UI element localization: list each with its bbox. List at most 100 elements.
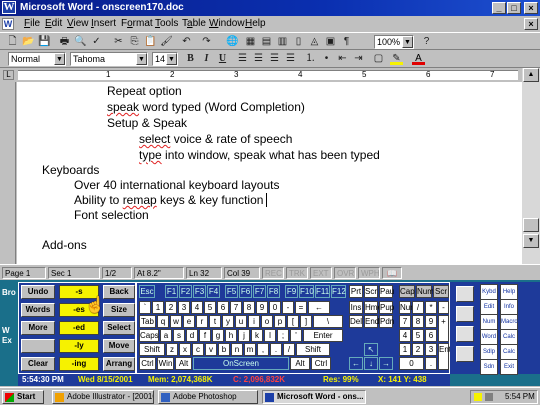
key-sym[interactable]: -: [438, 301, 449, 314]
key-esc[interactable]: Esc: [139, 285, 155, 298]
key-p[interactable]: p: [274, 315, 286, 328]
key-sym[interactable]: ;: [277, 329, 289, 342]
menu-tools[interactable]: Tools: [155, 18, 178, 29]
key-k[interactable]: k: [251, 329, 263, 342]
numbering-icon[interactable]: ⒈: [304, 52, 317, 65]
key-enter[interactable]: Enter: [303, 329, 343, 342]
key-v[interactable]: v: [205, 343, 217, 356]
key-q[interactable]: q: [157, 315, 169, 328]
menu-view[interactable]: View: [67, 18, 89, 29]
status-ovr[interactable]: OVR: [334, 267, 356, 279]
key-sym[interactable]: \: [313, 315, 343, 328]
key-f2[interactable]: F2: [179, 285, 192, 298]
document-icon[interactable]: W: [2, 18, 14, 30]
increase-indent-icon[interactable]: ⇥: [352, 52, 365, 65]
key-u[interactable]: u: [235, 315, 247, 328]
key-sym[interactable]: +: [438, 315, 449, 342]
scroll-up-icon[interactable]: ▲: [523, 68, 539, 82]
key-sym[interactable]: -: [282, 301, 294, 314]
insert-table-icon[interactable]: ▤: [260, 35, 273, 48]
panel-button-exit[interactable]: Exit: [500, 359, 518, 375]
cut-icon[interactable]: ✂: [112, 35, 125, 48]
key-4[interactable]: 4: [191, 301, 203, 314]
key-m[interactable]: m: [244, 343, 256, 356]
menu-insert[interactable]: Insert: [91, 18, 116, 29]
key-sym[interactable]: ←: [308, 301, 330, 314]
menu-table[interactable]: Table: [182, 18, 206, 29]
close-button[interactable]: ×: [524, 2, 538, 14]
spelling-icon[interactable]: ✓: [90, 35, 103, 48]
key-a[interactable]: a: [160, 329, 172, 342]
key-l[interactable]: l: [264, 329, 276, 342]
format-painter-icon[interactable]: 🖌: [160, 35, 173, 48]
key-2[interactable]: 2: [412, 343, 424, 356]
key-ins[interactable]: Ins: [349, 301, 363, 314]
key-e[interactable]: e: [183, 315, 195, 328]
key-r[interactable]: r: [196, 315, 208, 328]
scroll-thumb[interactable]: [523, 218, 539, 232]
panel-button-calc[interactable]: Calc: [500, 344, 518, 360]
chevron-down-icon[interactable]: ▼: [54, 53, 65, 65]
key-3[interactable]: 3: [425, 343, 437, 356]
ruler-track[interactable]: [18, 70, 518, 80]
key-0[interactable]: 0: [399, 357, 424, 370]
save-icon[interactable]: 💾: [38, 35, 51, 48]
taskbar-item[interactable]: Adobe Illustrator - [200103...: [52, 390, 154, 404]
open-icon[interactable]: 📂: [22, 35, 35, 48]
document-close-button[interactable]: ×: [524, 18, 538, 30]
key-3[interactable]: 3: [178, 301, 190, 314]
document-area[interactable]: Repeat option speak word typed (Word Com…: [17, 82, 522, 264]
undo-button[interactable]: Undo: [21, 285, 55, 299]
chevron-down-icon[interactable]: ▼: [136, 53, 147, 65]
key-c[interactable]: c: [192, 343, 204, 356]
key-f5[interactable]: F5: [225, 285, 238, 298]
menu-file[interactable]: File: [24, 18, 40, 29]
key-7[interactable]: 7: [230, 301, 242, 314]
key-sym[interactable]: →: [379, 357, 393, 370]
key-d[interactable]: d: [186, 329, 198, 342]
paste-icon[interactable]: 📋: [144, 35, 157, 48]
status-rec[interactable]: REC: [262, 267, 284, 279]
key-sym[interactable]: *: [425, 301, 437, 314]
key-alt[interactable]: Alt: [175, 357, 192, 370]
key-f1[interactable]: F1: [165, 285, 178, 298]
key-sym[interactable]: ': [290, 329, 302, 342]
status-wph[interactable]: WPH: [358, 267, 380, 279]
key-win[interactable]: Win: [157, 357, 174, 370]
panel-button-sdlp[interactable]: Sdlp: [480, 344, 498, 360]
key-f10[interactable]: F10: [299, 285, 314, 298]
key-g[interactable]: g: [212, 329, 224, 342]
key-6[interactable]: 6: [425, 329, 437, 342]
key-pau[interactable]: Pau: [379, 285, 394, 298]
chevron-down-icon[interactable]: ▼: [166, 53, 177, 65]
panel-button-help[interactable]: Help: [500, 284, 518, 300]
key-f6[interactable]: F6: [239, 285, 252, 298]
borders-icon[interactable]: ▢: [372, 52, 385, 65]
key-8[interactable]: 8: [243, 301, 255, 314]
style-select[interactable]: Normal ▼: [8, 52, 66, 66]
chevron-down-icon[interactable]: ▼: [402, 36, 413, 48]
key-f3[interactable]: F3: [193, 285, 206, 298]
more-button[interactable]: More: [21, 321, 55, 335]
taskbar-item[interactable]: Adobe Photoshop: [158, 390, 258, 404]
key-f8[interactable]: F8: [267, 285, 280, 298]
bold-button[interactable]: B: [184, 52, 197, 65]
blank-button[interactable]: [21, 339, 55, 353]
font-color-icon[interactable]: A: [412, 52, 425, 65]
mouse-icon[interactable]: [456, 286, 474, 302]
panel-button-num[interactable]: Num: [480, 314, 498, 330]
key-sym[interactable]: =: [295, 301, 307, 314]
justify-icon[interactable]: ☰: [284, 52, 297, 65]
key-9[interactable]: 9: [425, 315, 437, 328]
key-ctrl[interactable]: Ctrl: [311, 357, 331, 370]
underline-button[interactable]: U: [216, 52, 229, 65]
key-sym[interactable]: .: [425, 357, 437, 370]
key-scr[interactable]: Scr: [364, 285, 378, 298]
panel-button-info[interactable]: Info: [500, 299, 518, 315]
font-select[interactable]: Tahoma ▼: [70, 52, 148, 66]
key-f[interactable]: f: [199, 329, 211, 342]
insert-excel-icon[interactable]: ▥: [276, 35, 289, 48]
arrange-button[interactable]: Arrang: [103, 357, 135, 371]
suffix-button[interactable]: -ing: [59, 357, 99, 371]
key-y[interactable]: y: [222, 315, 234, 328]
